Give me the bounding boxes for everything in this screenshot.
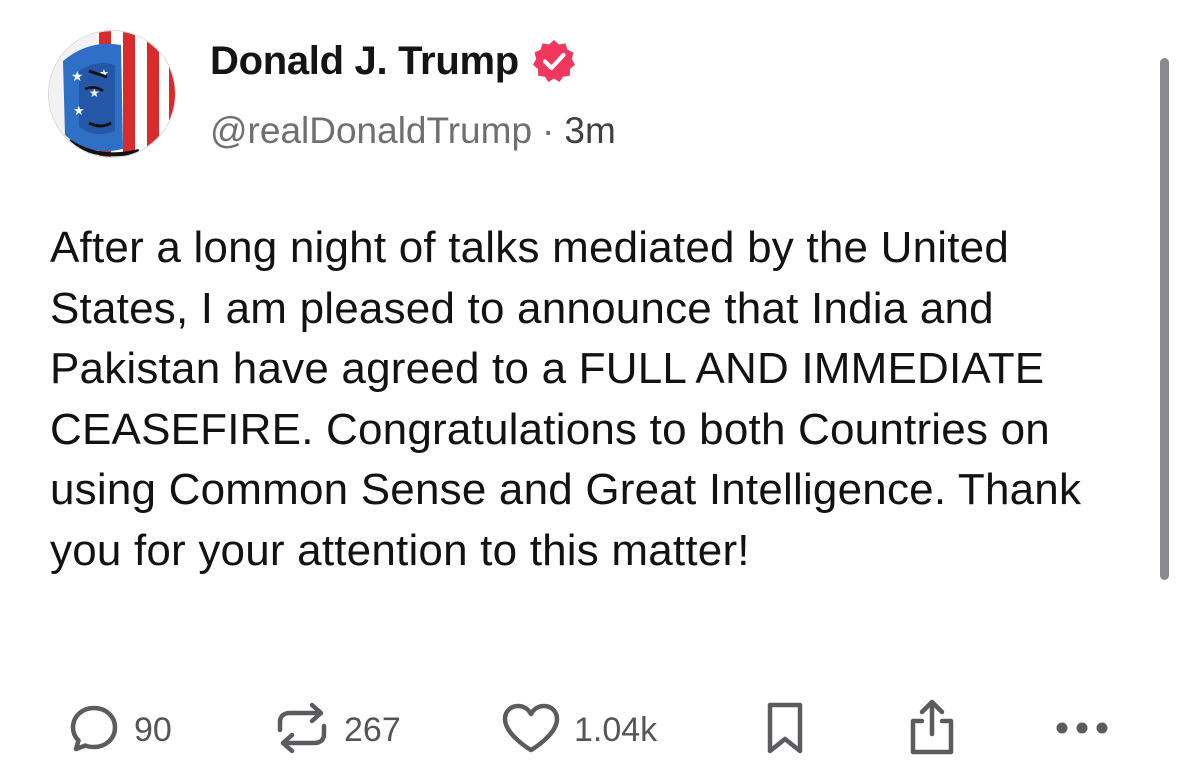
more-options-button[interactable] [1052,698,1112,762]
svg-text:★: ★ [71,69,84,85]
reply-button[interactable]: 90 [66,698,172,762]
svg-text:★: ★ [73,104,85,119]
repost-count: 267 [344,710,401,749]
handle-row: @realDonaldTrump · 3m [210,110,616,152]
verified-badge-icon [531,38,577,84]
name-row: Donald J. Trump [210,34,616,88]
post-text: After a long night of talks mediated by … [50,223,1082,575]
post-timestamp[interactable]: 3m [564,110,615,152]
post-card: ★ ★ ★ ★ Donald J. Trump @realDonaldTrump [0,0,1179,781]
share-icon [902,698,962,763]
like-button[interactable]: 1.04k [500,698,657,762]
scrollbar[interactable] [1160,58,1169,580]
action-bar: 90 267 1.04k [0,698,1179,762]
profile-avatar[interactable]: ★ ★ ★ ★ [48,30,176,158]
reply-count: 90 [134,710,172,749]
separator-dot: · [542,110,555,151]
like-count: 1.04k [574,710,658,749]
bookmark-icon [760,699,810,762]
repost-button[interactable]: 267 [272,698,401,762]
user-handle[interactable]: @realDonaldTrump [210,110,532,152]
repost-icon [272,700,332,761]
reply-icon [66,700,122,761]
heart-icon [500,700,562,761]
more-options-icon [1052,718,1112,743]
avatar-image: ★ ★ ★ ★ [49,31,175,157]
bookmark-button[interactable] [760,698,810,762]
share-button[interactable] [902,698,962,762]
display-name[interactable]: Donald J. Trump [210,39,519,84]
post-header: Donald J. Trump @realDonaldTrump · 3m [210,34,616,152]
